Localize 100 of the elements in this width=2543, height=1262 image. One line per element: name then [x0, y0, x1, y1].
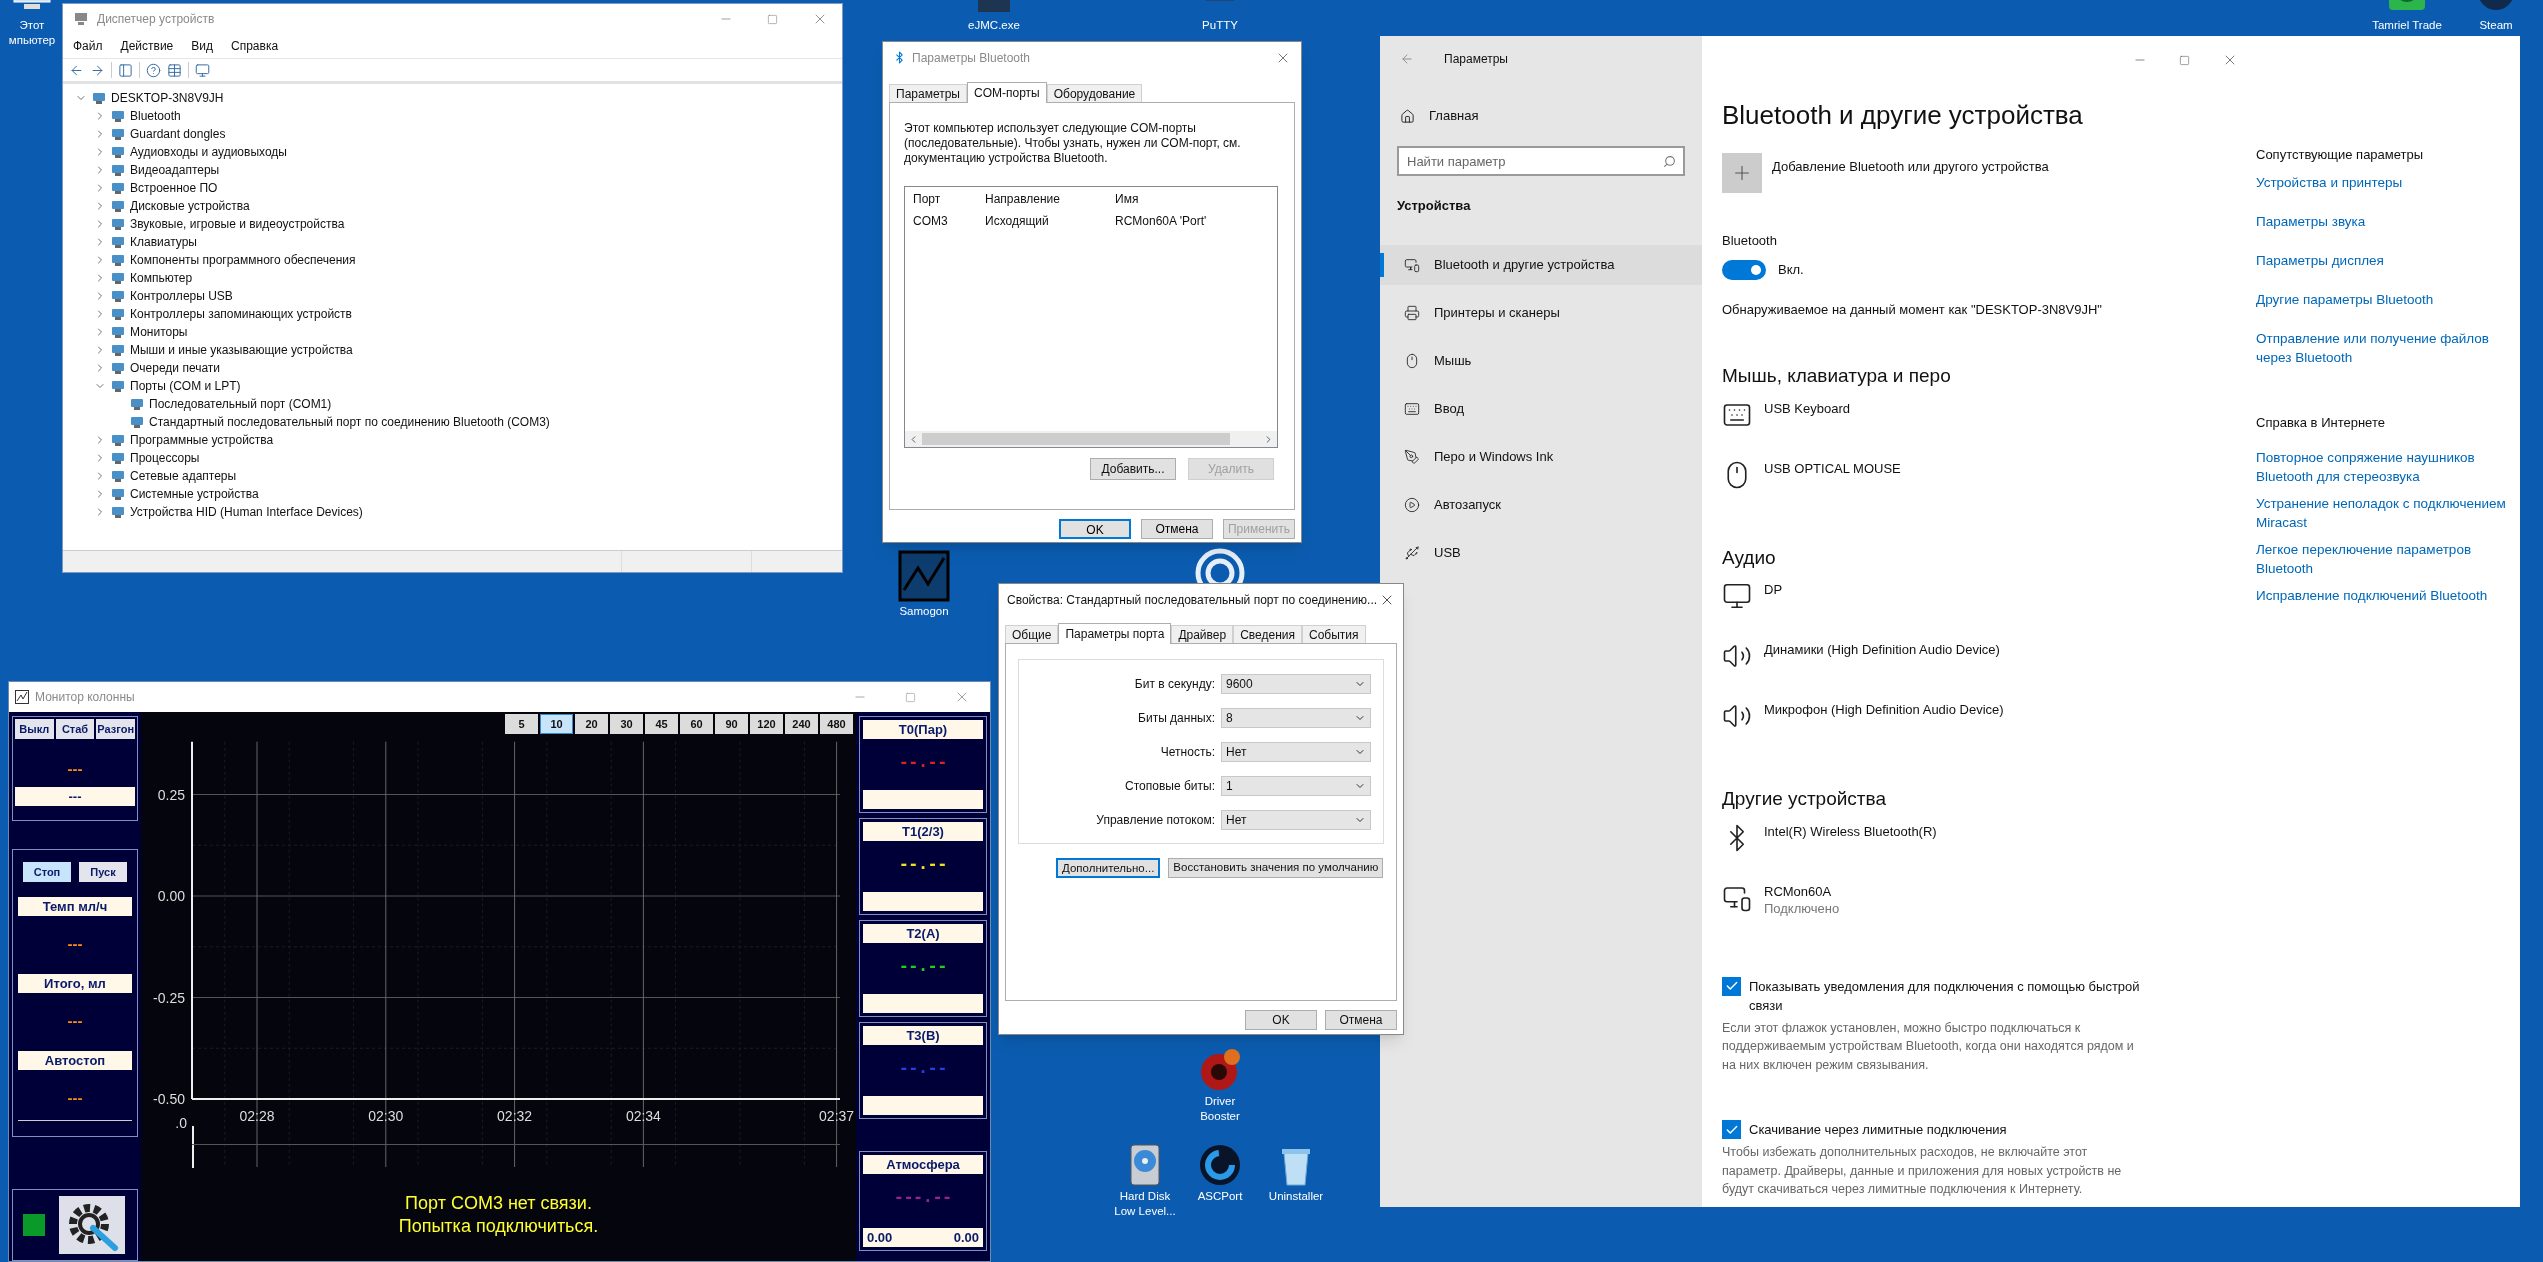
tree-item[interactable]: Компьютер	[130, 269, 193, 287]
tab[interactable]: Сведения	[1233, 625, 1302, 643]
desktop-icon-label[interactable]: Tamriel Trade	[2372, 18, 2442, 33]
range-button[interactable]: 5	[505, 714, 538, 734]
desktop-icon-label[interactable]: ASCPort	[1197, 1189, 1243, 1204]
dialog-button[interactable]: OK	[1245, 1010, 1317, 1030]
maximize-icon[interactable]	[905, 691, 916, 703]
mode-button[interactable]: Разгон	[96, 719, 135, 739]
tree-item[interactable]: Дисковые устройства	[130, 197, 250, 215]
checkbox[interactable]	[1722, 1120, 1741, 1139]
nav-item[interactable]: Мышь	[1380, 340, 1702, 381]
dropdown[interactable]: 9600	[1221, 674, 1371, 694]
range-button[interactable]: 240	[785, 714, 818, 734]
tree-item[interactable]: Аудиовходы и аудиовыходы	[130, 143, 287, 161]
device-item[interactable]: USB Keyboard	[1722, 399, 2256, 430]
nav-item[interactable]: Автозапуск	[1380, 484, 1702, 525]
horizontal-scrollbar[interactable]	[905, 431, 1277, 447]
monitor-icon[interactable]	[195, 62, 210, 78]
tree-item[interactable]: Сетевые адаптеры	[130, 467, 237, 485]
desktop-icon-label[interactable]: Steam	[2479, 18, 2513, 33]
tree-item[interactable]: Guardant dongles	[130, 125, 226, 143]
tree-item[interactable]: Компоненты программного обеспечения	[130, 251, 356, 269]
range-button[interactable]: 30	[610, 714, 643, 734]
maximize-icon[interactable]	[2179, 54, 2190, 66]
mode-button[interactable]: Стаб	[55, 719, 95, 739]
tab[interactable]: Общие	[1005, 625, 1059, 643]
tree-item[interactable]: Клавиатуры	[130, 233, 197, 251]
tree-item[interactable]: Мониторы	[130, 323, 188, 341]
help-icon[interactable]	[146, 62, 161, 78]
mode-button[interactable]: Выкл	[15, 719, 54, 739]
tab[interactable]: События	[1302, 625, 1366, 643]
dialog-button[interactable]: Дополнительно...	[1056, 858, 1161, 878]
range-button[interactable]: 60	[680, 714, 713, 734]
forward-icon[interactable]	[90, 62, 105, 78]
dropdown[interactable]: 8	[1221, 708, 1371, 728]
desktop-icon-label[interactable]: Driver Booster	[1200, 1094, 1240, 1124]
desktop-icon-label[interactable]: eJMC.exe	[968, 18, 1020, 33]
nav-item[interactable]: Главная	[1380, 98, 1702, 134]
run-button[interactable]: Стоп	[23, 862, 71, 882]
device-item[interactable]: USB OPTICAL MOUSE	[1722, 459, 2256, 490]
tab[interactable]: Параметры порта	[1058, 623, 1172, 644]
tab[interactable]: Параметры	[889, 84, 967, 102]
tree-item[interactable]: Стандартный последовательный порт по соединению Bluetooth (COM3)	[149, 413, 550, 431]
range-button[interactable]: 45	[645, 714, 678, 734]
range-button[interactable]: 120	[750, 714, 783, 734]
desktop-icon-label[interactable]: Hard Disk Low Level...	[1114, 1189, 1176, 1219]
run-button[interactable]: Пуск	[79, 862, 127, 882]
tree-item[interactable]: Встроенное ПО	[130, 179, 218, 197]
link[interactable]: Легкое переключение параметров Bluetooth	[2256, 540, 2506, 578]
column-header[interactable]: Направление	[985, 190, 1115, 208]
desktop-icon-label[interactable]: Uninstaller	[1268, 1189, 1324, 1204]
back-icon[interactable]	[1400, 52, 1414, 66]
desktop-icon-label[interactable]: PuTTY	[1202, 18, 1238, 33]
tree-item[interactable]: Звуковые, игровые и видеоустройства	[130, 215, 345, 233]
range-button[interactable]: 90	[715, 714, 748, 734]
tree-item[interactable]: Bluetooth	[130, 107, 181, 125]
range-button[interactable]: 480	[820, 714, 853, 734]
tree-item[interactable]: Контроллеры USB	[130, 287, 233, 305]
tree-item[interactable]: Устройства HID (Human Interface Devices)	[130, 503, 363, 521]
add-device-button[interactable]: Добавление Bluetooth или другого устройства	[1722, 153, 2256, 193]
panel-icon[interactable]	[118, 62, 133, 78]
dialog-button[interactable]: Добавить...	[1090, 458, 1176, 480]
back-icon[interactable]	[69, 62, 84, 78]
ring-icon[interactable]	[1198, 1143, 1242, 1187]
search-field[interactable]: Найти параметр	[1397, 146, 1685, 176]
device-item[interactable]: DP	[1722, 581, 2256, 611]
chart-icon[interactable]	[898, 550, 950, 602]
search-icon[interactable]	[1663, 155, 1676, 168]
menu-item[interactable]: Файл	[71, 37, 105, 55]
menu-item[interactable]: Вид	[189, 37, 215, 55]
checkbox[interactable]	[1722, 976, 1741, 996]
device-item[interactable]: Intel(R) Wireless Bluetooth(R)	[1722, 822, 2256, 853]
link[interactable]: Исправление подключений Bluetooth	[2256, 586, 2506, 605]
tree-item[interactable]: Очереди печати	[130, 359, 221, 377]
device-item[interactable]: Микрофон (High Definition Audio Device)	[1722, 701, 2256, 731]
dialog-button[interactable]: Восстановить значения по умолчанию	[1168, 858, 1384, 878]
tree-item[interactable]: DESKTOP-3N8V9JH	[111, 89, 224, 107]
link[interactable]: Повторное сопряжение наушников Bluetooth для стереозвука	[2256, 448, 2506, 486]
link[interactable]: Устранение неполадок с подключением Miracast	[2256, 494, 2506, 532]
link[interactable]: Параметры звука	[2256, 211, 2506, 231]
dropdown[interactable]: Нет	[1221, 810, 1371, 830]
dialog-button[interactable]: OK	[1059, 519, 1131, 539]
nav-item[interactable]: Принтеры и сканеры	[1380, 292, 1702, 333]
maximize-icon[interactable]	[767, 13, 778, 25]
nav-item[interactable]: Bluetooth и другие устройства	[1380, 244, 1702, 285]
menu-item[interactable]: Действие	[118, 37, 176, 55]
toggle-switch[interactable]	[1722, 259, 1766, 280]
settings-icon[interactable]	[59, 1196, 125, 1254]
column-header[interactable]: Имя	[1115, 190, 1235, 208]
tree-item[interactable]: Мыши и иные указывающие устройства	[130, 341, 353, 359]
dialog-button[interactable]: Отмена	[1141, 519, 1213, 539]
range-button[interactable]: 20	[575, 714, 608, 734]
gear-icon[interactable]	[1198, 1048, 1242, 1092]
tab[interactable]: COM-порты	[966, 82, 1047, 103]
device-item[interactable]: Динамики (High Definition Audio Device)	[1722, 641, 2256, 671]
nav-item[interactable]: Перо и Windows Ink	[1380, 436, 1702, 477]
desktop-icon-label[interactable]: Этот мпьютер	[8, 18, 56, 48]
link[interactable]: Устройства и принтеры	[2256, 172, 2506, 192]
tab[interactable]: Драйвер	[1171, 625, 1234, 643]
desktop-icon-label[interactable]: Samogon	[899, 604, 949, 619]
